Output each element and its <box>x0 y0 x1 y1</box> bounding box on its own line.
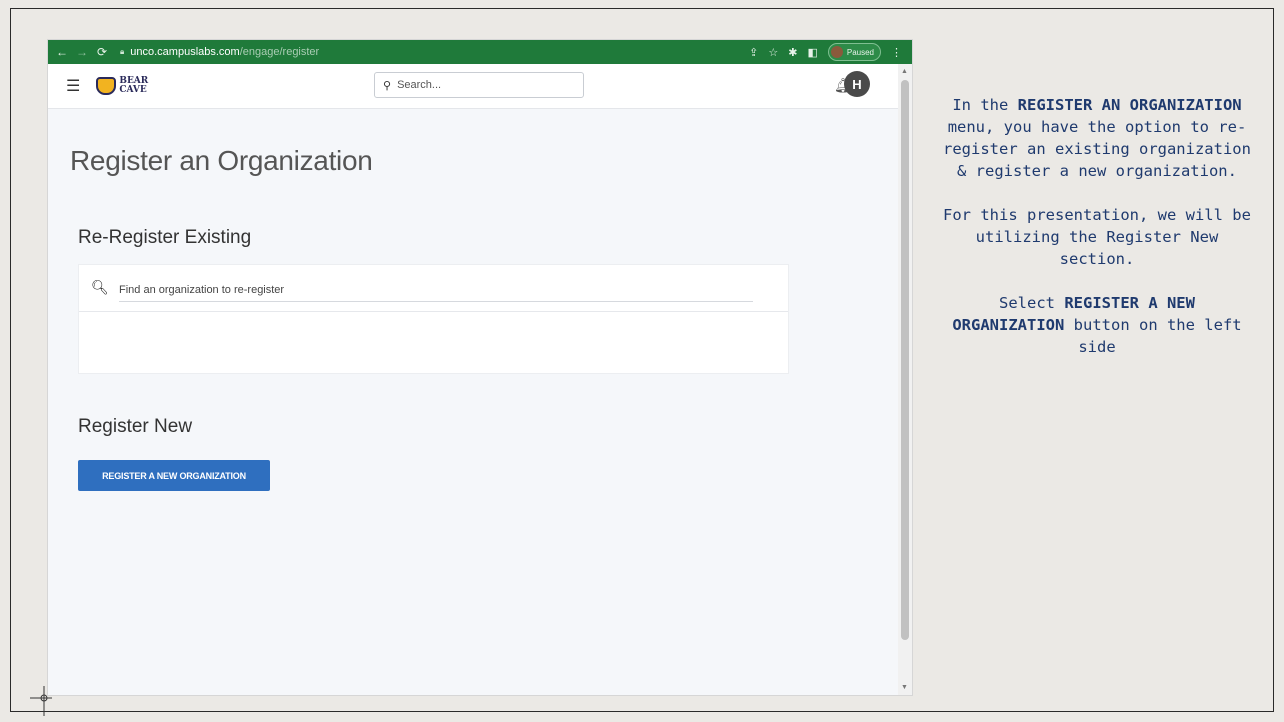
profile-avatar-icon <box>830 46 843 58</box>
profile-status: Paused <box>846 47 874 57</box>
scroll-down-arrow-icon[interactable]: ▼ <box>901 684 908 691</box>
url-host: unco.campuslabs.com <box>130 46 240 58</box>
page-title: Register an Organization <box>70 145 373 176</box>
browser-window: ← → ⟳ 🔒︎ unco.campuslabs.com/engage/regi… <box>48 40 912 695</box>
header-search-placeholder: Search... <box>397 79 442 91</box>
hamburger-menu-icon[interactable]: ☰ <box>66 76 80 96</box>
header-search-input[interactable]: ⚲ Search... <box>374 72 584 98</box>
browser-toolbar: ← → ⟳ 🔒︎ unco.campuslabs.com/engage/regi… <box>48 40 912 64</box>
reload-icon[interactable]: ⟳ <box>92 45 112 59</box>
profile-paused-pill[interactable]: Paused <box>827 43 881 61</box>
instruction-paragraph-1: In the REGISTER AN ORGANIZATION menu, yo… <box>943 96 1251 180</box>
star-icon[interactable]: ☆ <box>768 46 778 59</box>
app-header: ☰ BEAR CAVE ⚲ Search... 🔔︎ H <box>48 64 898 109</box>
instruction-paragraph-2: For this presentation, we will be utiliz… <box>943 206 1251 268</box>
share-icon[interactable]: ⇪ <box>749 46 758 59</box>
back-arrow-icon[interactable]: ← <box>52 45 72 59</box>
url-path: /engage/register <box>239 46 320 58</box>
address-bar[interactable]: 🔒︎ unco.campuslabs.com/engage/register <box>120 46 319 58</box>
logo-line2: CAVE <box>119 85 147 95</box>
re-register-heading: Re-Register Existing <box>78 227 252 248</box>
bear-cave-logo[interactable]: BEAR CAVE <box>96 77 148 95</box>
scroll-up-arrow-icon[interactable]: ▲ <box>901 68 908 75</box>
avatar[interactable]: H <box>844 71 870 97</box>
instruction-text: In the REGISTER AN ORGANIZATION menu, yo… <box>940 94 1254 380</box>
search-icon: 🔍︎ <box>91 279 109 295</box>
register-new-heading: Register New <box>78 416 193 437</box>
kebab-menu-icon[interactable]: ⋮ <box>891 46 902 59</box>
side-panel-icon[interactable]: ◧ <box>807 46 817 59</box>
bear-logo-icon <box>96 77 117 95</box>
extensions-puzzle-icon[interactable]: ✱ <box>788 46 797 59</box>
page-scrollbar[interactable]: ▲ ▼ <box>898 64 912 695</box>
main-content: Register an Organization Re-Register Exi… <box>48 109 898 695</box>
re-register-card: 🔍︎ <box>78 264 789 374</box>
re-register-search-input[interactable] <box>119 279 753 302</box>
search-icon: ⚲ <box>383 79 392 92</box>
re-register-search-row: 🔍︎ <box>79 265 788 312</box>
scroll-thumb[interactable] <box>901 80 909 640</box>
register-new-organization-button[interactable]: REGISTER A NEW ORGANIZATION <box>78 460 270 491</box>
instruction-paragraph-3: Select REGISTER A NEW ORGANIZATION butto… <box>952 294 1242 356</box>
lock-icon: 🔒︎ <box>120 47 125 56</box>
forward-arrow-icon[interactable]: → <box>72 45 92 59</box>
